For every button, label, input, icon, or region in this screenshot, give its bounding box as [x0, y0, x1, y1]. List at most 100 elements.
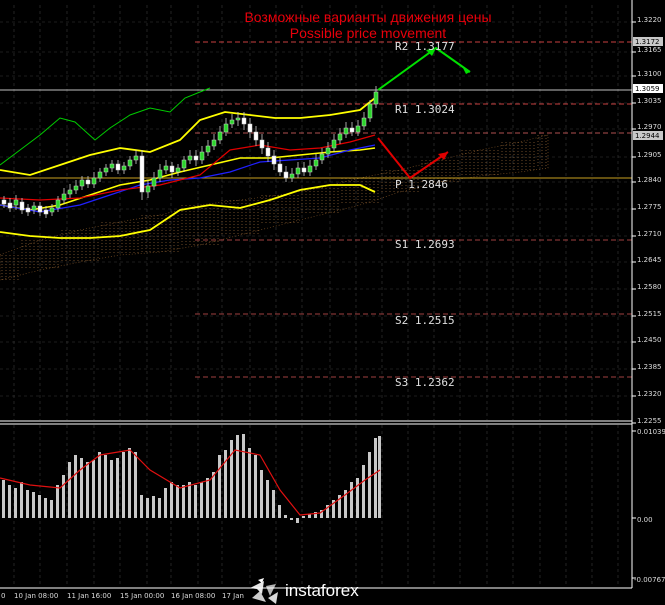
candle-body [181, 159, 187, 169]
candle-body [49, 207, 55, 213]
oscillator-bar [32, 492, 35, 518]
candle-body [97, 171, 103, 179]
oscillator-bar [164, 488, 167, 518]
oscillator-bar [104, 455, 107, 518]
oscillator-bar [122, 452, 125, 518]
candle-body [115, 163, 121, 171]
candle-body [283, 171, 289, 179]
candle-body [253, 131, 259, 141]
price-axis: 1.3220 1.3165 1.3100 1.3035 1.2970 1.290… [637, 16, 662, 425]
pivot-r2-label: R2 1.3177 [395, 40, 455, 53]
price-tick: 1.2255 [637, 417, 662, 425]
price-tick: 1.2905 [637, 151, 662, 159]
oscillator-bar [302, 516, 305, 518]
candle-body [85, 179, 91, 185]
candle-body [247, 123, 253, 133]
time-tick: 11 Jan 16:00 [67, 592, 111, 600]
candle-body [43, 209, 49, 215]
candle-body [259, 139, 265, 149]
candle-body [61, 193, 67, 201]
time-tick: 0 [1, 592, 5, 600]
oscillator-bar [368, 452, 371, 518]
oscillator-bar [140, 495, 143, 518]
oscillator-bar [362, 465, 365, 518]
oscillator-bar [158, 498, 161, 518]
price-tick: 1.2450 [637, 336, 662, 344]
time-axis: 0 10 Jan 08:00 11 Jan 16:00 15 Jan 00:00… [1, 592, 244, 600]
osc-tick: 0.01039 [637, 428, 665, 436]
oscillator-bar [212, 472, 215, 518]
price-tick: 1.2645 [637, 256, 662, 264]
oscillator-bar [152, 496, 155, 518]
candle-body [133, 155, 139, 161]
pivot-s3-label: S3 1.2362 [395, 376, 455, 389]
candle-body [373, 91, 379, 105]
candle-body [301, 167, 307, 173]
price-tick: 1.2970 [637, 123, 662, 131]
pivot-s2-label: S2 1.2515 [395, 314, 455, 327]
oscillator-bar [272, 490, 275, 518]
oscillator-bar [378, 436, 381, 518]
candle-body [229, 119, 235, 125]
oscillator-bar [134, 452, 137, 518]
oscillator-bar [62, 475, 65, 518]
oscillator-bar [374, 438, 377, 518]
logo-text: instaforex [285, 581, 359, 600]
candle-body [241, 117, 247, 125]
oscillator-bar [68, 462, 71, 518]
oscillator-bar [110, 460, 113, 518]
oscillator-bar [26, 490, 29, 518]
candle-body [169, 165, 175, 173]
candle-body [67, 189, 73, 195]
price-tick: 1.2840 [637, 176, 662, 184]
price-tick: 1.2775 [637, 203, 662, 211]
candle-body [103, 167, 109, 173]
price-tick: 1.3165 [637, 46, 662, 54]
candle-body [319, 153, 325, 161]
candle-body [325, 147, 331, 155]
oscillator-bar [170, 482, 173, 518]
price-tag-text: 1.2944 [635, 132, 660, 140]
indicator-lines [0, 87, 376, 239]
oscillator-bar [8, 485, 11, 518]
time-tick: 16 Jan 08:00 [171, 592, 215, 600]
time-tick: 17 Jan [222, 592, 244, 600]
oscillator-bar [266, 480, 269, 518]
pivot-lines [0, 41, 632, 378]
oscillator-bar [146, 498, 149, 518]
oscillator-bar [56, 485, 59, 518]
price-tick: 1.3100 [637, 70, 662, 78]
candle-body [295, 167, 301, 175]
oscillator-bar [182, 485, 185, 518]
instaforex-logo: instaforex [250, 578, 359, 604]
candle-body [199, 151, 205, 161]
kijun-sen [0, 134, 376, 201]
oscillator-bar [98, 452, 101, 518]
chart-window: Возможные варианты движения цены Possibl… [0, 0, 665, 605]
oscillator-axis: 0.01039 0.00 -0.00767 [634, 428, 665, 584]
logo-icon [252, 591, 266, 602]
forecast-arrow-down [377, 137, 449, 180]
osc-tick: 0.00 [637, 516, 653, 524]
candle-body [205, 145, 211, 153]
candle-body [313, 159, 319, 167]
candle-body [331, 139, 337, 149]
candle-body [271, 155, 277, 165]
oscillator-bar [236, 435, 239, 518]
chikou-span [0, 87, 211, 166]
oscillator-bar [50, 500, 53, 518]
pivot-r1-label: R1 1.3024 [395, 103, 455, 116]
oscillator-bar [230, 440, 233, 518]
oscillator-bar [218, 455, 221, 518]
candle-body [139, 155, 145, 193]
candle-body [19, 201, 25, 211]
candle-body [361, 117, 367, 127]
candle-body [91, 177, 97, 185]
candle-body [337, 133, 343, 141]
oscillator-bar [242, 434, 245, 518]
oscillator-bar [2, 480, 5, 518]
candle-body [145, 185, 151, 193]
oscillator-bar [128, 448, 131, 518]
candle-body [349, 127, 355, 133]
price-tag-text: 1.3059 [635, 85, 660, 93]
